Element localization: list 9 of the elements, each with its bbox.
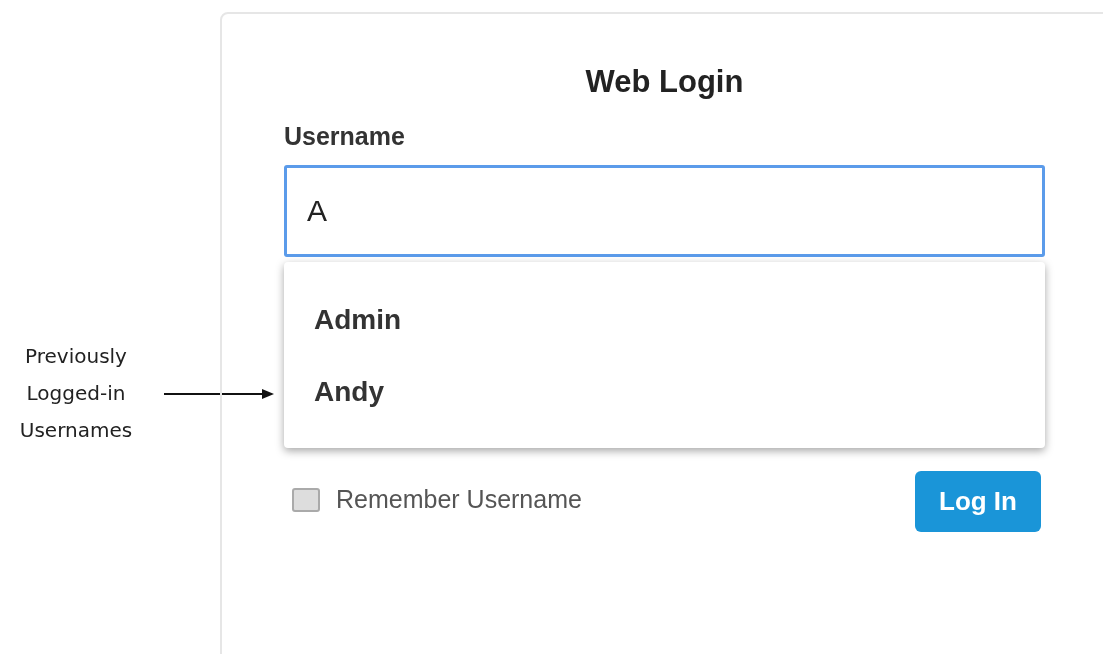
suggestion-item[interactable]: Admin	[284, 284, 1045, 356]
annotation-label: Previously Logged-in Usernames	[18, 343, 134, 444]
username-field[interactable]: A	[284, 165, 1045, 257]
remember-label: Remember Username	[336, 485, 582, 514]
suggestion-item[interactable]: Andy	[284, 356, 1045, 428]
login-title: Web Login	[584, 64, 745, 100]
remember-checkbox[interactable]	[292, 487, 320, 512]
arrow-icon	[164, 387, 274, 400]
username-label: Username	[284, 122, 406, 151]
